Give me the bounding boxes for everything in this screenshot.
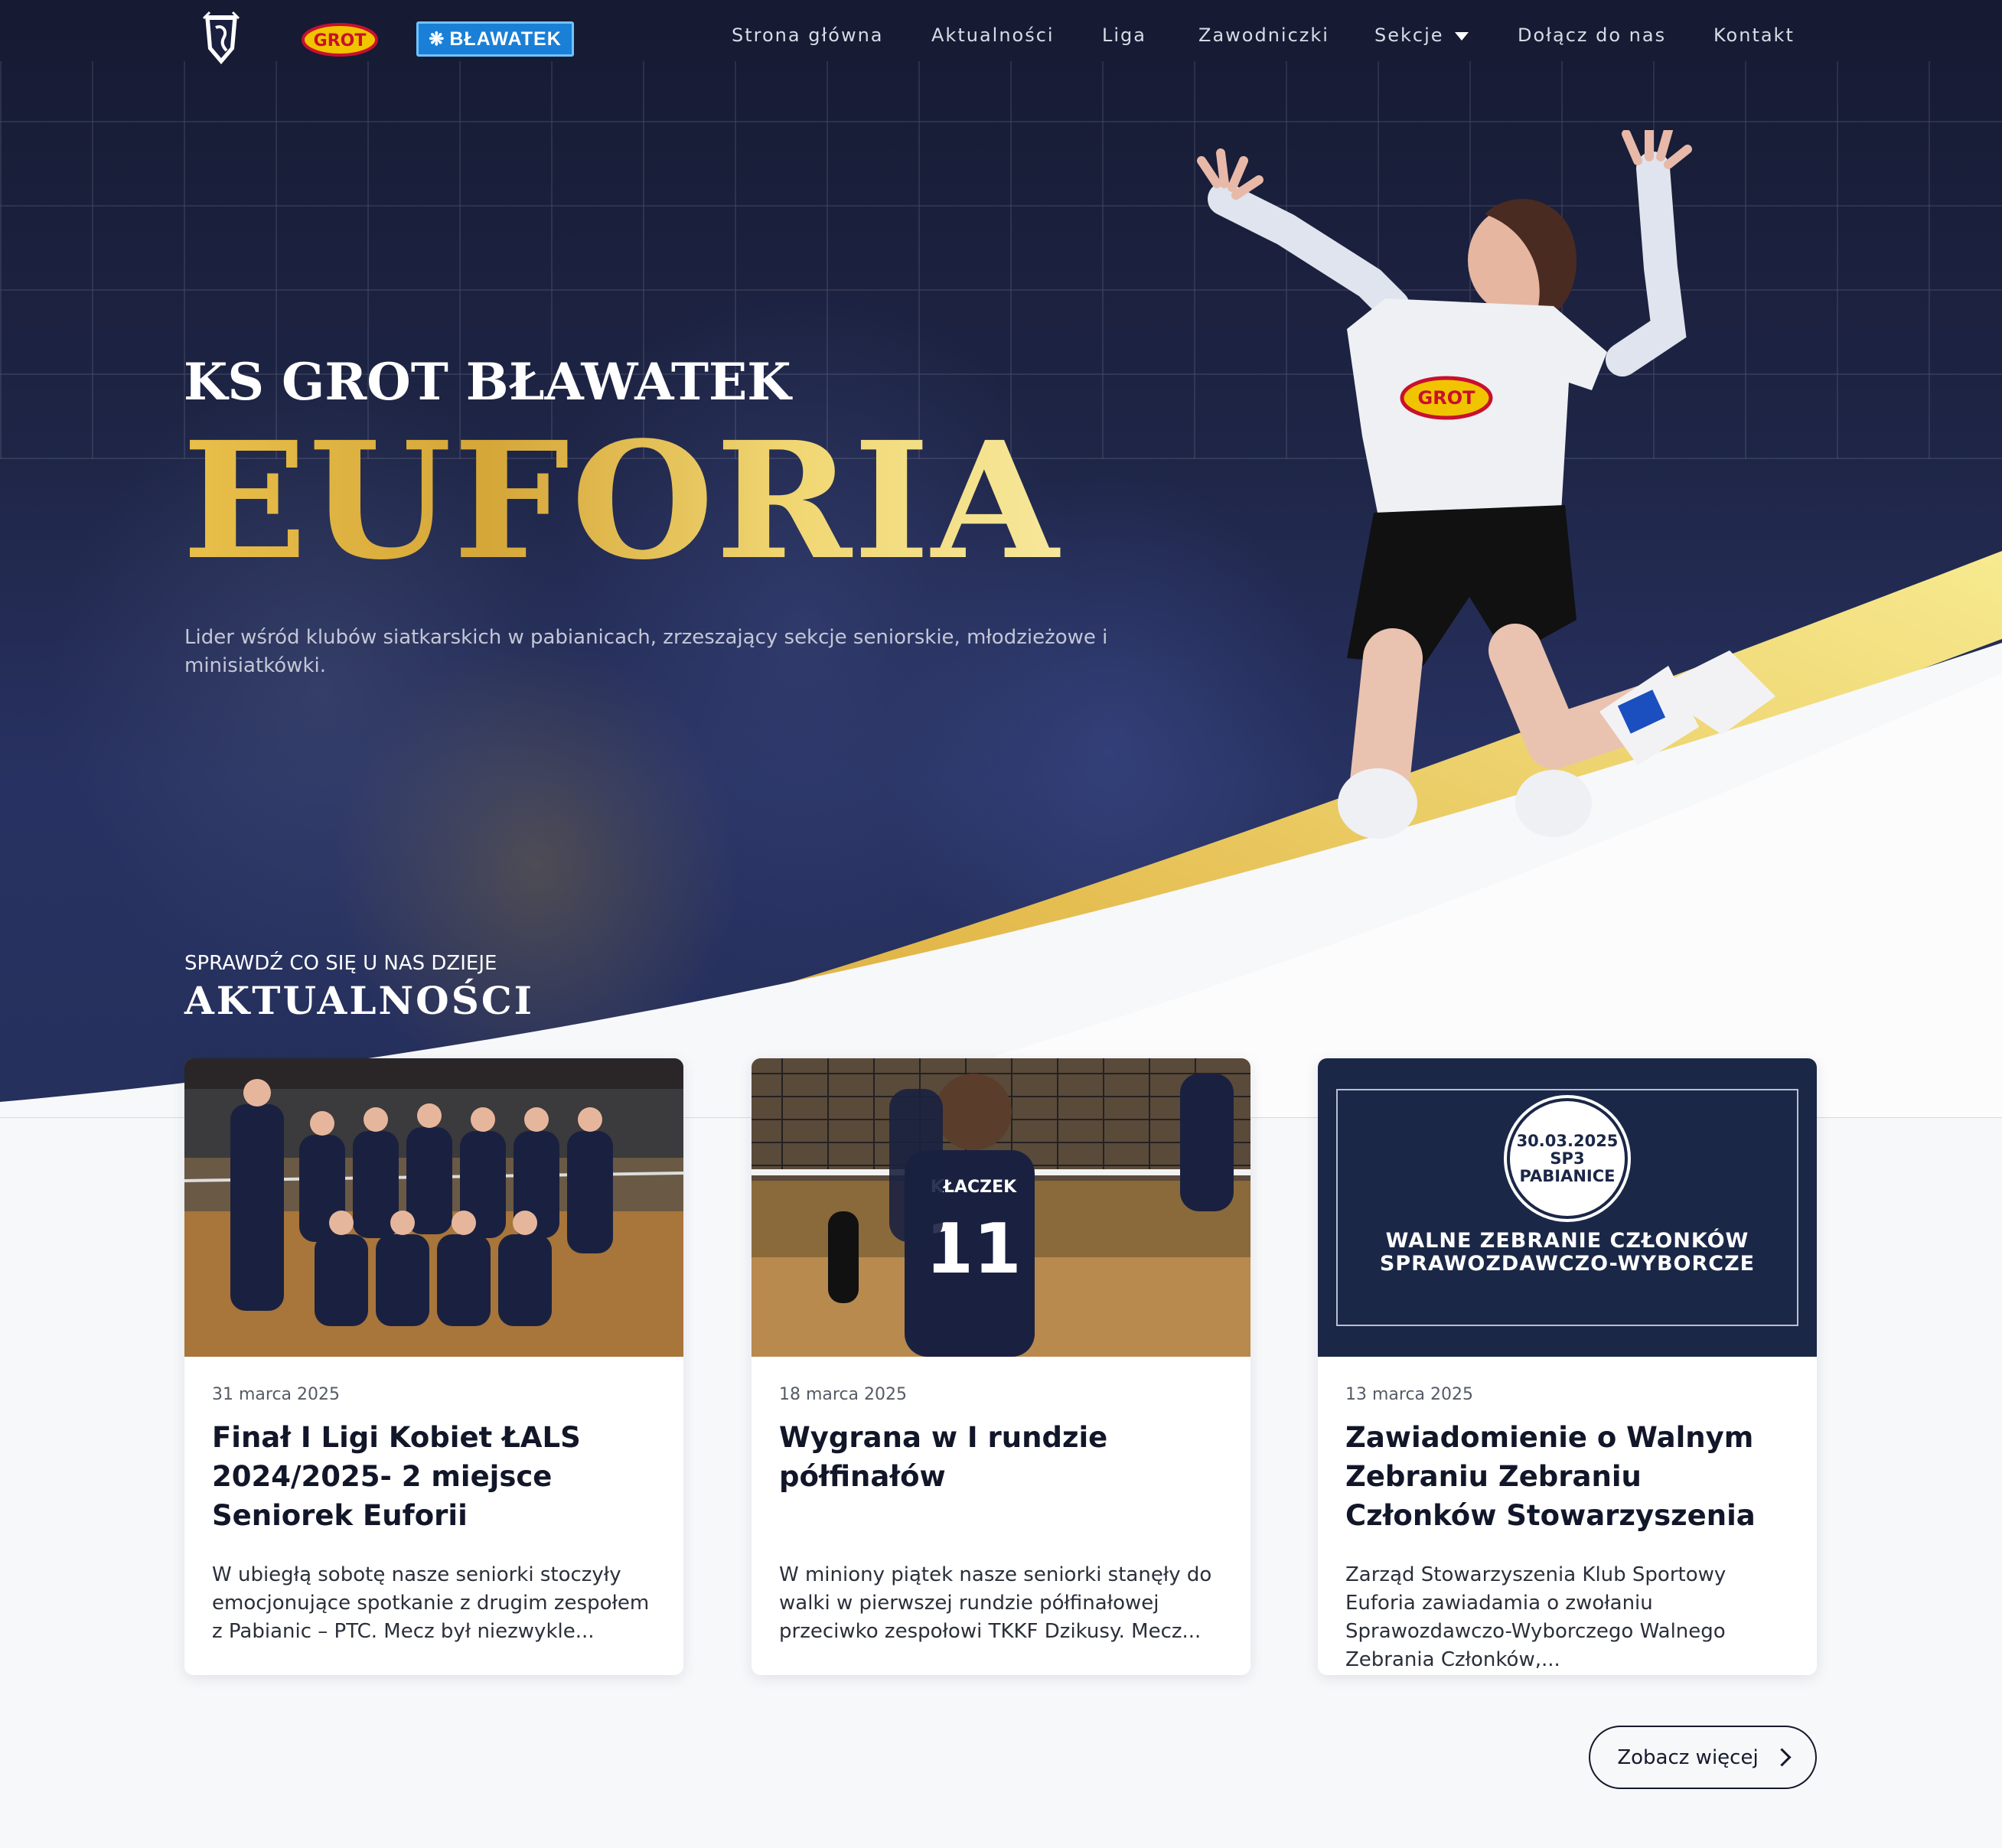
- nav-contact[interactable]: Kontakt: [1713, 24, 1795, 46]
- see-more-button[interactable]: Zobacz więcej: [1589, 1726, 1817, 1789]
- card-date: 18 marca 2025: [779, 1385, 908, 1404]
- card-title[interactable]: Finał I Ligi Kobiet ŁALS 2024/2025- 2 mi…: [212, 1418, 664, 1535]
- nav-league[interactable]: Liga: [1102, 24, 1146, 46]
- nav-sections-dropdown[interactable]: Sekcje: [1374, 24, 1469, 46]
- card-excerpt: W ubiegłą sobotę nasze seniorki stoczyły…: [212, 1563, 650, 1643]
- nav-news[interactable]: Aktualności: [931, 24, 1055, 46]
- badge-date: 30.03.2025: [1516, 1131, 1619, 1150]
- news-card[interactable]: 31 marca 2025 Finał I Ligi Kobiet ŁALS 2…: [184, 1058, 683, 1675]
- grot-sponsor-logo[interactable]: GROT: [302, 23, 378, 57]
- card-title[interactable]: Wygrana w I rundzie półfinałów: [779, 1418, 1231, 1496]
- jumping-player-illustration: GROT: [1197, 130, 1775, 839]
- see-more-label: Zobacz więcej: [1617, 1745, 1759, 1769]
- match-photo-image: KŁACZEK 11: [752, 1058, 1250, 1357]
- card-date: 13 marca 2025: [1345, 1385, 1474, 1404]
- jersey-name: KŁACZEK: [931, 1178, 1017, 1197]
- nav-home[interactable]: Strona główna: [732, 24, 884, 46]
- hero-subtitle: KS GROT BŁAWATEK: [184, 352, 791, 412]
- card-excerpt: Zarząd Stowarzyszenia Klub Sportowy Eufo…: [1345, 1563, 1726, 1671]
- badge-venue: SP3: [1550, 1149, 1585, 1168]
- news-card[interactable]: 30.03.2025 SP3 PABIANICE WALNE ZEBRANIE …: [1318, 1058, 1817, 1675]
- news-kicker: SPRAWDŹ CO SIĘ U NAS DZIEJE: [184, 952, 497, 975]
- club-crest-logo[interactable]: [202, 11, 240, 66]
- hero-title: EUFORIA: [182, 406, 1061, 595]
- flower-icon: ❋: [429, 28, 445, 50]
- nav-join[interactable]: Dołącz do nas: [1518, 24, 1666, 46]
- team-photo-image: [184, 1058, 683, 1357]
- card-title[interactable]: Zawiadomienie o Walnym Zebraniu Zebraniu…: [1345, 1418, 1797, 1535]
- meeting-notice-image: 30.03.2025 SP3 PABIANICE WALNE ZEBRANIE …: [1318, 1058, 1817, 1357]
- svg-text:GROT: GROT: [314, 31, 367, 51]
- nav-players[interactable]: Zawodniczki: [1198, 24, 1329, 46]
- hero-description: Lider wśród klubów siatkarskich w pabian…: [184, 626, 1108, 677]
- notice-date-badge: 30.03.2025 SP3 PABIANICE: [1510, 1101, 1625, 1216]
- blawatek-logo-text: BŁAWATEK: [449, 28, 562, 50]
- card-excerpt: W miniony piątek nasze seniorki stanęły …: [779, 1563, 1212, 1643]
- badge-city: PABIANICE: [1519, 1166, 1616, 1185]
- card-date: 31 marca 2025: [212, 1385, 341, 1404]
- nav-sections-label: Sekcje: [1374, 24, 1444, 46]
- chevron-right-icon: [1772, 1748, 1792, 1767]
- top-navigation: GROT ❋ BŁAWATEK Strona główna Aktualnośc…: [0, 0, 2002, 77]
- news-heading: AKTUALNOŚCI: [184, 978, 535, 1023]
- notice-text: WALNE ZEBRANIE CZŁONKÓW SPRAWOZDAWCZO-WY…: [1379, 1229, 1756, 1276]
- caret-down-icon: [1454, 31, 1469, 41]
- svg-text:GROT: GROT: [1418, 387, 1476, 409]
- blawatek-sponsor-logo[interactable]: ❋ BŁAWATEK: [416, 21, 574, 57]
- news-card[interactable]: KŁACZEK 11 18 marca 2025 Wygrana w I run…: [752, 1058, 1250, 1675]
